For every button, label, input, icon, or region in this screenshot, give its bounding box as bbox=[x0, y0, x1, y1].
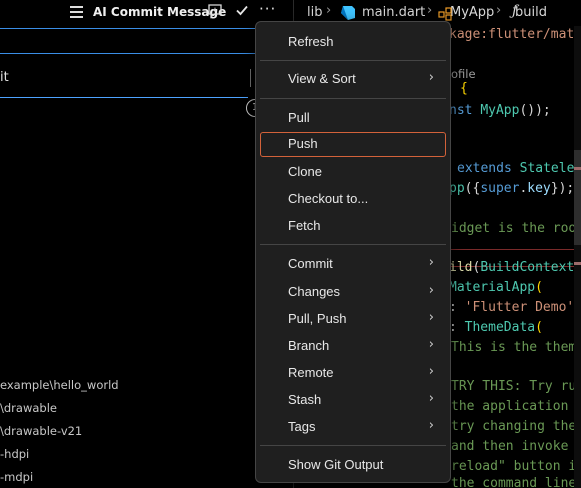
menu-item-fetch[interactable]: Fetch bbox=[260, 214, 446, 238]
breadcrumb-class[interactable]: MyApp bbox=[450, 5, 494, 20]
commit-message-input[interactable] bbox=[0, 28, 262, 54]
check-icon[interactable] bbox=[235, 3, 249, 23]
chevron-right-icon: › bbox=[496, 3, 502, 18]
menu-item-checkout[interactable]: Checkout to... bbox=[260, 187, 446, 211]
method-symbol-icon: ƒ bbox=[512, 3, 518, 19]
breadcrumb-method[interactable]: build bbox=[515, 5, 547, 20]
menu-separator bbox=[260, 244, 446, 245]
menu-item-commit[interactable]: Commit › bbox=[260, 252, 446, 276]
breadcrumb-file[interactable]: main.dart bbox=[362, 5, 425, 20]
menu-separator bbox=[260, 60, 446, 61]
code-comment: idget is the roo bbox=[451, 221, 577, 236]
source-control-pane: AI Commit Message ··· it 1 example\hello… bbox=[0, 0, 293, 488]
input-separator bbox=[250, 69, 251, 87]
code-comment: TRY THIS: Try run bbox=[451, 379, 581, 394]
code-comment: and then invoke " bbox=[451, 439, 581, 454]
menu-item-branch[interactable]: Branch › bbox=[260, 334, 446, 358]
chevron-right-icon: › bbox=[326, 3, 332, 18]
code-comment: the command line bbox=[451, 476, 577, 488]
code-comment: reload" button in bbox=[451, 459, 581, 474]
code-comment: the application h bbox=[451, 399, 581, 414]
tree-item[interactable]: \drawable-v21 bbox=[0, 421, 262, 444]
tree-item[interactable]: \drawable bbox=[0, 398, 262, 421]
tree-item[interactable]: example\hello_world bbox=[0, 375, 262, 398]
menu-item-pull[interactable]: Pull bbox=[260, 106, 446, 130]
menu-item-refresh[interactable]: Refresh bbox=[260, 30, 446, 54]
code-line: { bbox=[460, 81, 468, 96]
menu-item-remote[interactable]: Remote › bbox=[260, 361, 446, 385]
code-line: pp({super.key}); bbox=[449, 181, 575, 196]
code-line: ild(BuildContext bbox=[449, 260, 575, 275]
editor-scrollbar[interactable] bbox=[574, 26, 581, 488]
chevron-right-icon: › bbox=[428, 364, 434, 379]
menu-item-view-sort[interactable]: View & Sort › bbox=[260, 67, 446, 91]
branch-input[interactable]: it bbox=[0, 67, 254, 89]
code-line: kage:flutter/mate bbox=[449, 27, 581, 42]
scm-more-actions-menu: Refresh View & Sort › Pull Push Clone Ch… bbox=[255, 21, 451, 483]
codelens-text[interactable]: ofile bbox=[451, 66, 476, 82]
tree-item[interactable]: -hdpi bbox=[0, 444, 262, 467]
chevron-right-icon: › bbox=[428, 418, 434, 433]
focus-divider bbox=[0, 97, 248, 98]
breadcrumb-folder[interactable]: lib bbox=[307, 5, 322, 20]
menu-item-tags[interactable]: Tags › bbox=[260, 415, 446, 439]
menu-separator bbox=[260, 98, 446, 99]
scrollbar-thumb[interactable] bbox=[574, 150, 581, 245]
code-line: extends Statele bbox=[457, 161, 575, 176]
code-comment: try changing the bbox=[451, 419, 577, 434]
menu-separator bbox=[260, 445, 446, 446]
code-line: : 'Flutter Demo', bbox=[449, 300, 581, 315]
chevron-right-icon: › bbox=[428, 310, 434, 325]
chevron-right-icon: › bbox=[427, 3, 433, 18]
chevron-right-icon: › bbox=[428, 391, 434, 406]
chevron-right-icon: › bbox=[428, 255, 434, 270]
code-line: MaterialApp( bbox=[449, 280, 543, 295]
scrollbar-marker bbox=[574, 262, 581, 265]
menu-item-show-git-output[interactable]: Show Git Output bbox=[260, 453, 446, 477]
code-comment: This is the theme bbox=[451, 340, 581, 355]
hamburger-menu-icon[interactable] bbox=[70, 6, 83, 18]
comment-sparkle-icon[interactable] bbox=[207, 3, 223, 25]
branch-input-value: it bbox=[0, 70, 9, 85]
code-line: nst MyApp()); bbox=[449, 103, 551, 118]
ellipsis-icon[interactable]: ··· bbox=[259, 0, 276, 18]
menu-item-pull-push[interactable]: Pull, Push › bbox=[260, 307, 446, 331]
menu-item-stash[interactable]: Stash › bbox=[260, 388, 446, 412]
menu-item-push[interactable]: Push bbox=[260, 132, 446, 157]
scm-header: AI Commit Message ··· bbox=[0, 0, 293, 26]
scrollbar-marker bbox=[574, 167, 581, 170]
chevron-right-icon: › bbox=[428, 283, 434, 298]
file-tree: example\hello_world \drawable \drawable-… bbox=[0, 375, 262, 488]
menu-item-changes[interactable]: Changes › bbox=[260, 280, 446, 304]
menu-item-clone[interactable]: Clone bbox=[260, 160, 446, 184]
chevron-right-icon: › bbox=[428, 337, 434, 352]
chevron-right-icon: › bbox=[428, 70, 434, 85]
tree-item[interactable]: -mdpi bbox=[0, 467, 262, 488]
code-line: : ThemeData( bbox=[449, 320, 543, 335]
